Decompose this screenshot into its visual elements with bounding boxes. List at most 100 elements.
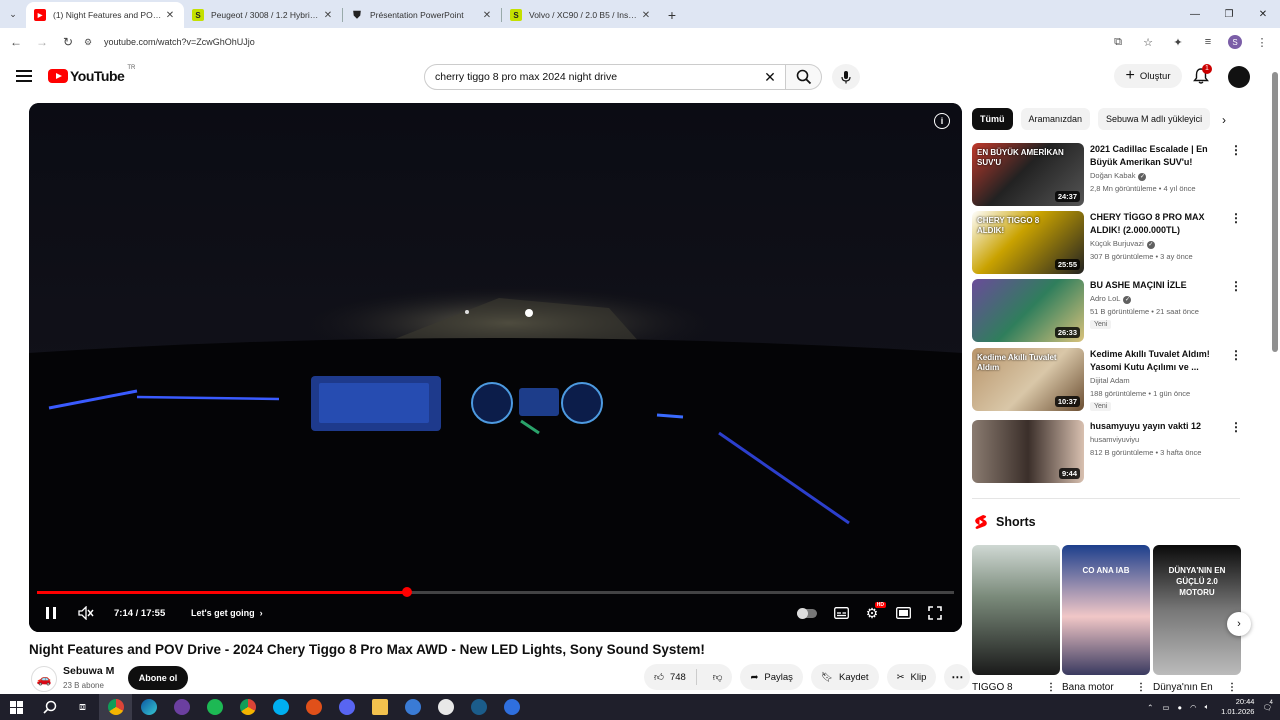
recommendation-channel[interactable]: Adro LoL ✓ <box>1090 294 1132 304</box>
tab-close-icon[interactable]: ✕ <box>322 10 334 21</box>
clear-search-icon[interactable]: ✕ <box>760 68 780 86</box>
skype-taskbar-icon[interactable] <box>264 694 297 720</box>
browser-tab-powerpoint[interactable]: ⛊ Présentation PowerPoint ✕ <box>343 2 501 28</box>
close-window-icon[interactable]: ✕ <box>1246 0 1280 28</box>
media-taskbar-icon[interactable] <box>297 694 330 720</box>
chips-next-arrow-icon[interactable]: › <box>1214 110 1234 130</box>
wifi-icon[interactable]: ◠ <box>1190 703 1197 712</box>
short-caption[interactable]: Dünya'nın En <box>1153 682 1223 693</box>
edge-taskbar-icon[interactable] <box>132 694 165 720</box>
notification-center-icon[interactable]: 🗨︎ 4 <box>1262 700 1272 712</box>
video-thumbnail[interactable]: CHERY TIGGO 8 ALDIK! 25:55 <box>972 211 1084 274</box>
search-button[interactable] <box>786 64 822 90</box>
battery-icon[interactable]: ▭ <box>1162 703 1169 712</box>
tab-search-chevron-icon[interactable]: ⌄ <box>0 0 26 28</box>
task-view-icon[interactable]: ⧈ <box>66 694 99 720</box>
short-thumbnail[interactable]: CO ANA IAB <box>1062 545 1150 675</box>
subscribe-button[interactable]: Abone ol <box>128 666 188 690</box>
file-explorer-taskbar-icon[interactable] <box>363 694 396 720</box>
create-button[interactable]: + Oluştur <box>1114 64 1182 88</box>
shorts-next-arrow-icon[interactable]: › <box>1227 612 1251 636</box>
github-taskbar-icon[interactable] <box>429 694 462 720</box>
scrollbar-thumb[interactable] <box>1272 72 1278 352</box>
chrome-taskbar-icon[interactable] <box>99 694 132 720</box>
url-field[interactable]: ⚙ youtube.com/watch?v=ZcwGhOhUJjo <box>84 31 1114 53</box>
chapter-title[interactable]: Let's get going › <box>191 600 263 626</box>
youtube-logo[interactable]: YouTube TR <box>48 65 135 84</box>
video-info-icon[interactable]: i <box>934 113 950 129</box>
recommendation-title[interactable]: husamyuyu yayın vakti 12 <box>1090 420 1220 433</box>
short-caption[interactable]: TİGGO 8 <box>972 682 1042 693</box>
search-box[interactable] <box>424 64 786 90</box>
chip-uploader[interactable]: Sebuwa M adlı yükleyici <box>1098 108 1211 130</box>
subtitles-icon[interactable] <box>831 600 851 626</box>
fullscreen-icon[interactable] <box>925 600 945 626</box>
progress-bar[interactable] <box>37 587 954 597</box>
recommendation-title[interactable]: BU ASHE MAÇINI İZLE <box>1090 279 1220 292</box>
dislike-button[interactable]: 👎︎ <box>703 671 733 683</box>
notifications-bell-icon[interactable]: 1 <box>1192 64 1212 87</box>
more-options-icon[interactable]: ⋮ <box>1230 420 1242 434</box>
channel-name[interactable]: Sebuwa M <box>63 665 114 677</box>
recommendation-channel[interactable]: husamviyuviyu <box>1090 435 1139 444</box>
tab-close-icon[interactable]: ✕ <box>640 10 652 21</box>
video-thumbnail[interactable]: EN BÜYÜK AMERİKAN SUV'U 24:37 <box>972 143 1084 206</box>
browser-tab-youtube[interactable]: ▶ (1) Night Features and POV Drive ✕ <box>26 2 184 28</box>
mute-icon[interactable] <box>75 600 97 626</box>
recommendation-card[interactable]: CHERY TIGGO 8 ALDIK! 25:55 CHERY TİGGO 8 P… <box>972 211 1242 275</box>
volume-icon[interactable]: 🔈︎ <box>1205 702 1210 712</box>
more-options-icon[interactable]: ⋮ <box>1230 279 1242 293</box>
account-avatar[interactable] <box>1228 66 1250 88</box>
mic-tray-icon[interactable]: ● <box>1178 703 1183 712</box>
tab-close-icon[interactable]: ✕ <box>164 10 176 21</box>
app-taskbar-icon[interactable] <box>165 694 198 720</box>
hamburger-menu-icon[interactable] <box>16 70 32 82</box>
video-player[interactable]: i 7:14 / 17:55 Let's get going › ⚙ HD <box>29 103 962 632</box>
forward-arrow-icon[interactable]: → <box>30 30 54 54</box>
profile-avatar-icon[interactable]: S <box>1228 35 1242 49</box>
network-app-taskbar-icon[interactable] <box>396 694 429 720</box>
clock[interactable]: 20:44 1.01.2026 <box>1221 697 1254 717</box>
browser-tab-volvo[interactable]: S Volvo / XC90 / 2.0 B5 / Inscripti ✕ <box>502 2 660 28</box>
browser-menu-icon[interactable]: ⋮ <box>1252 32 1272 52</box>
bookmark-star-icon[interactable]: ☆ <box>1138 32 1158 52</box>
voice-search-mic-icon[interactable] <box>832 64 860 90</box>
recommendation-card[interactable]: 9:44 husamyuyu yayın vakti 12 husamviyuviy… <box>972 420 1242 484</box>
short-more-options-icon[interactable]: ⋮ <box>1136 682 1146 693</box>
chip-all[interactable]: Tümü <box>972 108 1013 130</box>
restore-icon[interactable]: ❐ <box>1212 0 1246 28</box>
short-thumbnail[interactable]: DÜNYA'NIN EN GÜÇLÜ 2.0 MOTORU <box>1153 545 1241 675</box>
recommendation-channel[interactable]: Dijital Adam <box>1090 376 1130 385</box>
channel-avatar[interactable]: 🚗 <box>31 666 57 692</box>
new-tab-plus-icon[interactable]: + <box>660 2 684 28</box>
more-actions-icon[interactable]: ⋯ <box>944 664 971 690</box>
tray-overflow-icon[interactable]: ⌃ <box>1147 703 1153 712</box>
browser-tab-peugeot[interactable]: S Peugeot / 3008 / 1.2 Hybrid / A ✕ <box>184 2 342 28</box>
recommendation-channel[interactable]: Doğan Kabak ✓ <box>1090 171 1147 181</box>
pause-icon[interactable] <box>41 600 61 626</box>
share-button[interactable]: ➦ Paylaş <box>740 664 803 690</box>
chip-from-search[interactable]: Aramanızdan <box>1020 108 1091 130</box>
search-input[interactable] <box>435 71 755 83</box>
tab-close-icon[interactable]: ✕ <box>481 10 493 21</box>
short-thumbnail[interactable] <box>972 545 1060 675</box>
short-more-options-icon[interactable]: ⋮ <box>1227 682 1237 693</box>
settings-gear-icon[interactable]: ⚙ HD <box>862 600 886 626</box>
more-options-icon[interactable]: ⋮ <box>1230 143 1242 157</box>
recommendation-channel[interactable]: Küçük Burjuvazi ✓ <box>1090 239 1155 249</box>
clip-button[interactable]: ✂ Klip <box>886 664 937 690</box>
miniplayer-icon[interactable] <box>893 600 913 626</box>
media-controls-icon[interactable]: ≡ <box>1198 32 1218 52</box>
like-button[interactable]: 👍︎ 748 <box>644 669 697 685</box>
recommendation-title[interactable]: 2021 Cadillac Escalade | En Büyük Amerik… <box>1090 143 1220 169</box>
extensions-puzzle-icon[interactable]: ✦ <box>1168 32 1188 52</box>
steam-taskbar-icon[interactable] <box>462 694 495 720</box>
windows-start-icon[interactable] <box>0 694 33 720</box>
discord-taskbar-icon[interactable] <box>330 694 363 720</box>
recommendation-card[interactable]: Kedime Akıllı Tuvalet Aldım 10:37 Kedime A… <box>972 348 1242 412</box>
site-settings-icon[interactable]: ⚙ <box>84 37 98 48</box>
recommendation-card[interactable]: 26:33 BU ASHE MAÇINI İZLE Adro LoL ✓ 51 B gö… <box>972 279 1242 343</box>
short-more-options-icon[interactable]: ⋮ <box>1046 682 1056 693</box>
chrome-profile-taskbar-icon[interactable] <box>231 694 264 720</box>
recommendation-card[interactable]: EN BÜYÜK AMERİKAN SUV'U 24:37 2021 Cadilla… <box>972 143 1242 207</box>
